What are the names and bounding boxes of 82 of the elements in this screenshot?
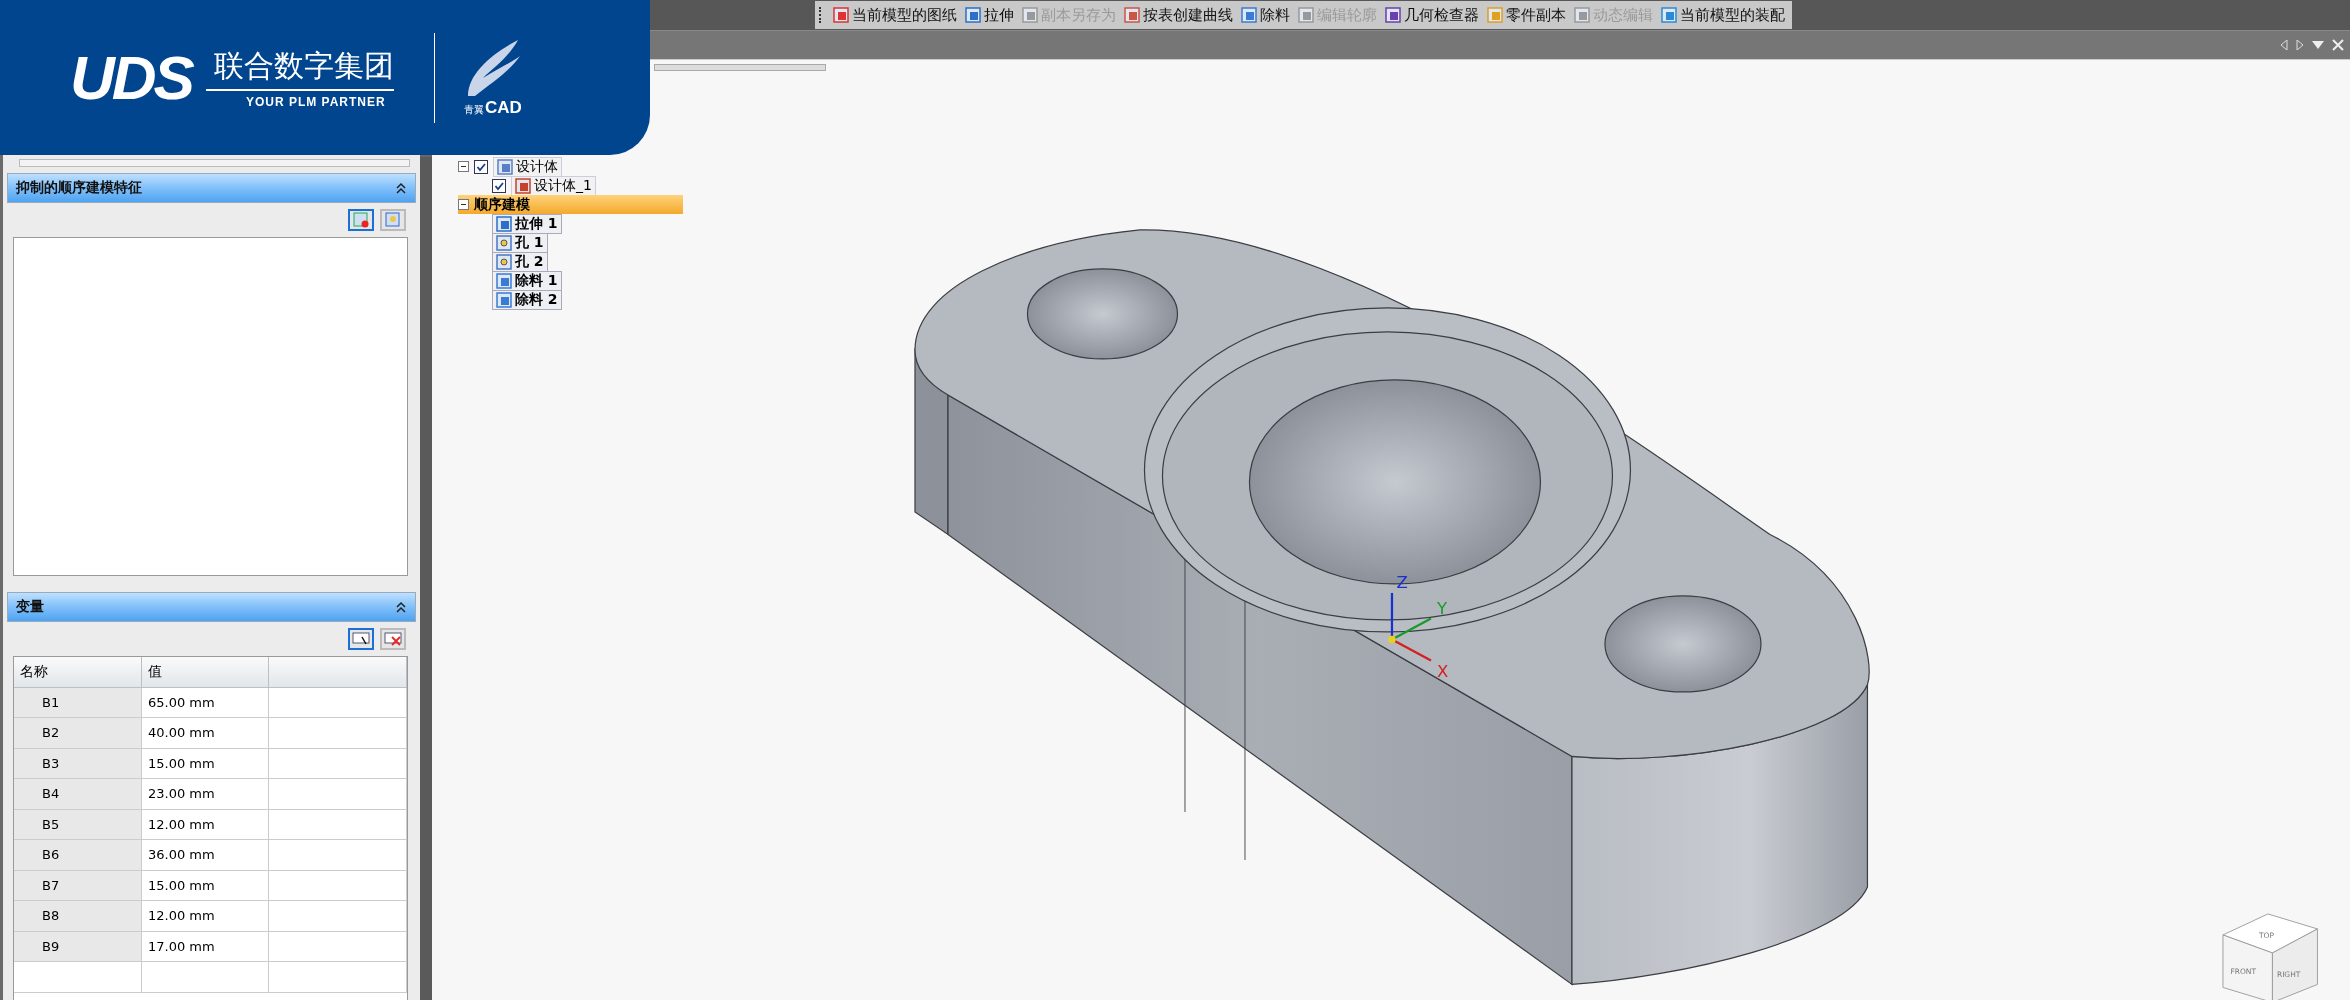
toolbar-button[interactable]: 几何检查器 (1382, 2, 1482, 28)
toolbar-button[interactable]: 当前模型的装配 (1658, 2, 1788, 28)
table-cell: 40.00 mm (142, 718, 269, 749)
feature-icon (1574, 7, 1590, 23)
feature-icon (965, 7, 981, 23)
tagline: YOUR PLM PARTNER (244, 95, 387, 109)
resume-button[interactable] (380, 209, 406, 231)
product-name: CAD (485, 97, 522, 118)
table-cell: B4 (14, 779, 142, 810)
company-name: 联合数字集团 (205, 46, 394, 91)
suppress-button[interactable] (348, 209, 374, 231)
panel-title: 变量 (16, 598, 44, 616)
axis-label: X (1436, 661, 1449, 681)
table-cell: 15.00 mm (142, 748, 269, 779)
collapse-icon[interactable] (395, 601, 407, 613)
toolbar-button[interactable]: 按表创建曲线 (1121, 2, 1236, 28)
table-cell: B5 (14, 809, 142, 840)
tree-node[interactable]: 拉伸 1 (492, 213, 562, 234)
feature-icon (1661, 7, 1677, 23)
scroll-right-icon[interactable] (2296, 39, 2304, 51)
highlighted-tree-row[interactable]: 顺序建模 (458, 195, 683, 214)
logo-mark: UDS (70, 42, 192, 113)
table-cell: B9 (14, 931, 142, 962)
collapse-icon[interactable] (395, 182, 407, 194)
feature-icon (1487, 7, 1503, 23)
feature-icon (1022, 7, 1038, 23)
product-name: 青翼 (464, 102, 484, 117)
table-cell: B3 (14, 748, 142, 779)
hole-icon (496, 234, 512, 251)
table-cell: B7 (14, 870, 142, 901)
origin-icon (1388, 635, 1396, 644)
checkbox[interactable] (492, 178, 506, 193)
panel-title: 抑制的顺序建模特征 (16, 179, 142, 197)
cut-icon (1241, 7, 1257, 23)
hole-icon (496, 253, 512, 270)
close-icon[interactable] (2332, 39, 2344, 51)
table-cell: 65.00 mm (142, 687, 269, 718)
collapse-icon[interactable] (458, 199, 469, 210)
tree-label[interactable]: 顺序建模 (474, 195, 530, 214)
feature-icon (1298, 7, 1314, 23)
table-cell: 36.00 mm (142, 840, 269, 871)
feature-icon (1385, 7, 1401, 23)
table-cell: 23.00 mm (142, 779, 269, 810)
checkbox[interactable] (474, 159, 488, 174)
toolbar-button[interactable]: 零件副本 (1484, 2, 1569, 28)
part-drawing[interactable] (914, 229, 1870, 986)
table-cell: 15.00 mm (142, 870, 269, 901)
cut-icon (496, 291, 512, 308)
column-header[interactable]: 值 (142, 657, 269, 688)
table-cell: B2 (14, 718, 142, 749)
toolbar-button[interactable]: 除料 (1238, 2, 1293, 28)
panel-field[interactable] (19, 159, 410, 167)
panel-header[interactable]: 抑制的顺序建模特征 (7, 173, 416, 203)
feature-icon (1124, 7, 1140, 23)
toolbar-button[interactable]: 当前模型的图纸 (830, 2, 960, 28)
feature-icon (833, 7, 849, 23)
table-cell: B6 (14, 840, 142, 871)
table-cell: 12.00 mm (142, 901, 269, 932)
panel-header[interactable]: 变量 (7, 592, 416, 622)
tree-node[interactable]: 设计体_1 (511, 175, 596, 196)
collapse-icon[interactable] (458, 161, 469, 172)
table-cell: B1 (14, 687, 142, 718)
toolbar-button[interactable]: 拉伸 (962, 2, 1017, 28)
cut-icon (496, 272, 512, 289)
dropdown-icon[interactable] (2312, 41, 2324, 49)
feature-icon (515, 177, 531, 194)
axis-label: Y (1436, 598, 1448, 618)
add-variable-button[interactable] (348, 628, 374, 650)
scroll-left-icon[interactable] (2280, 39, 2288, 51)
tab-scroll-handle[interactable] (654, 64, 826, 71)
tree-node[interactable]: 设计体 (493, 156, 562, 177)
tree-node[interactable]: 除料 1 (492, 270, 562, 291)
table-cell: B8 (14, 901, 142, 932)
table-cell: 17.00 mm (142, 931, 269, 962)
tree-node[interactable]: 孔 1 (492, 232, 548, 253)
feature-icon (496, 215, 512, 232)
tree-node[interactable]: 除料 2 (492, 289, 562, 310)
tree-node[interactable]: 孔 2 (492, 251, 548, 272)
table-cell: 12.00 mm (142, 809, 269, 840)
feature-icon (497, 158, 513, 175)
column-header[interactable]: 名称 (14, 657, 142, 688)
delete-variable-button[interactable] (380, 628, 406, 650)
